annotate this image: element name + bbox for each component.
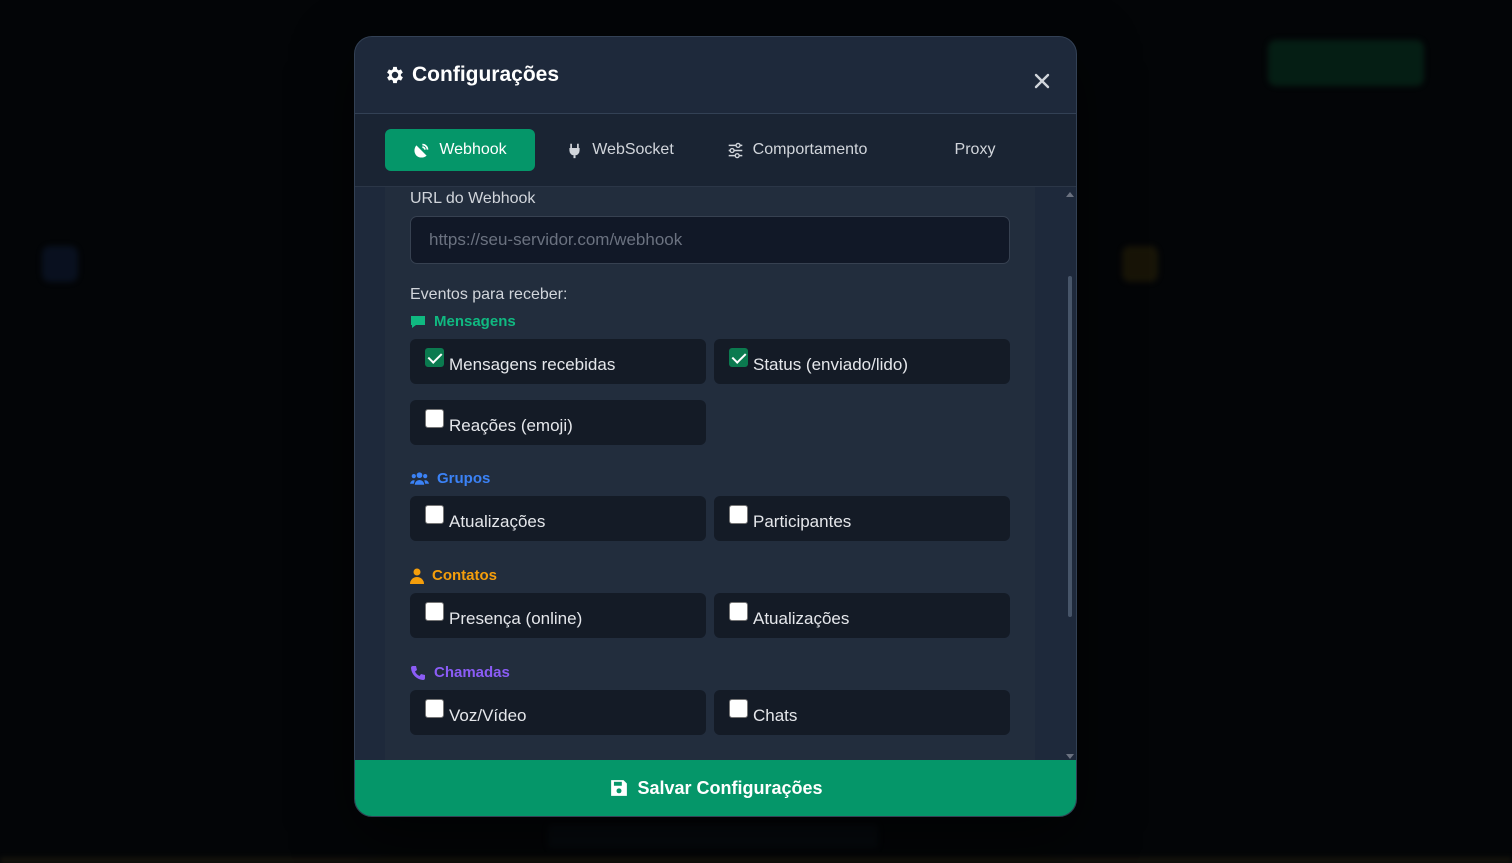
checkbox-status[interactable]: Status (enviado/lido)	[714, 339, 1010, 384]
checkbox-label: Mensagens recebidas	[449, 354, 616, 374]
checkbox-label: Presença (online)	[449, 608, 583, 628]
scroll-down-arrow-icon[interactable]	[1066, 754, 1074, 759]
checkbox-contatos-atualizacoes[interactable]: Atualizações	[714, 593, 1010, 638]
checkbox-label: Reações (emoji)	[449, 415, 573, 435]
checkbox-chats[interactable]: Chats	[714, 690, 1010, 735]
checkbox-input[interactable]	[729, 505, 748, 524]
webhook-settings-panel: URL do Webhook Eventos para receber: Men…	[385, 187, 1035, 762]
tab-webhook[interactable]: Webhook	[385, 129, 535, 171]
user-icon	[410, 568, 424, 584]
group-mensagens-title: Mensagens	[410, 313, 516, 330]
sliders-icon	[728, 142, 742, 158]
checkbox-voz-video[interactable]: Voz/Vídeo	[410, 690, 706, 735]
tabs-bar: Webhook WebSocket Comportamento Proxy	[355, 114, 1076, 187]
tab-websocket-label: WebSocket	[592, 141, 674, 158]
group-mensagens-label: Mensagens	[434, 313, 516, 330]
checkbox-presenca[interactable]: Presença (online)	[410, 593, 706, 638]
checkbox-label: Participantes	[753, 511, 852, 531]
checkbox-label: Atualizações	[449, 511, 546, 531]
group-chamadas-label: Chamadas	[434, 664, 510, 681]
modal-header: Configurações	[355, 37, 1076, 114]
checkbox-input[interactable]	[425, 602, 444, 621]
modal-title-text: Configurações	[412, 63, 560, 86]
background-button	[1268, 40, 1424, 86]
checkbox-grupos-atualizacoes[interactable]: Atualizações	[410, 496, 706, 541]
close-icon	[1034, 73, 1050, 89]
users-icon	[410, 471, 429, 485]
tab-proxy-label: Proxy	[954, 141, 996, 158]
tab-websocket[interactable]: WebSocket	[550, 129, 690, 171]
webhook-url-input[interactable]	[410, 216, 1010, 264]
checkbox-input[interactable]	[729, 348, 748, 367]
floppy-disk-icon	[611, 780, 628, 796]
group-grupos-label: Grupos	[437, 470, 491, 487]
tab-comportamento[interactable]: Comportamento	[717, 129, 877, 171]
satellite-dish-icon	[414, 143, 429, 158]
gear-icon	[387, 66, 403, 84]
comment-icon	[411, 315, 425, 328]
close-button[interactable]	[1032, 71, 1052, 91]
save-settings-button[interactable]: Salvar Configurações	[355, 760, 1076, 816]
settings-modal: Configurações Webhook WebSocket Comporta…	[354, 36, 1077, 817]
modal-title: Configurações	[384, 63, 559, 87]
checkbox-mensagens-recebidas[interactable]: Mensagens recebidas	[410, 339, 706, 384]
phone-icon	[411, 665, 425, 680]
checkbox-label: Chats	[753, 705, 798, 725]
checkbox-input[interactable]	[425, 409, 444, 428]
checkbox-input[interactable]	[729, 602, 748, 621]
content-scrollbar[interactable]	[1063, 187, 1076, 762]
background-stat-icon	[42, 246, 78, 282]
tab-proxy[interactable]: Proxy	[915, 129, 1035, 171]
url-label: URL do Webhook	[410, 190, 536, 207]
events-label: Eventos para receber:	[410, 286, 568, 303]
background-footer	[548, 824, 878, 848]
checkbox-label: Voz/Vídeo	[449, 705, 527, 725]
background-line	[0, 858, 1512, 863]
checkbox-reacoes[interactable]: Reações (emoji)	[410, 400, 706, 445]
save-button-label: Salvar Configurações	[637, 777, 823, 798]
checkbox-input[interactable]	[729, 699, 748, 718]
tab-webhook-label: Webhook	[439, 141, 507, 158]
checkbox-input[interactable]	[425, 699, 444, 718]
checkbox-label: Status (enviado/lido)	[753, 354, 908, 374]
group-grupos-title: Grupos	[410, 470, 490, 487]
group-contatos-label: Contatos	[432, 567, 497, 584]
scroll-up-arrow-icon[interactable]	[1066, 192, 1074, 197]
checkbox-label: Atualizações	[753, 608, 850, 628]
plug-icon	[569, 143, 580, 158]
group-contatos-title: Contatos	[410, 567, 497, 584]
tab-comportamento-label: Comportamento	[752, 141, 868, 158]
scroll-thumb[interactable]	[1068, 276, 1072, 617]
background-stat-icon	[1122, 246, 1158, 282]
checkbox-participantes[interactable]: Participantes	[714, 496, 1010, 541]
checkbox-input[interactable]	[425, 348, 444, 367]
group-chamadas-title: Chamadas	[410, 664, 510, 681]
checkbox-input[interactable]	[425, 505, 444, 524]
